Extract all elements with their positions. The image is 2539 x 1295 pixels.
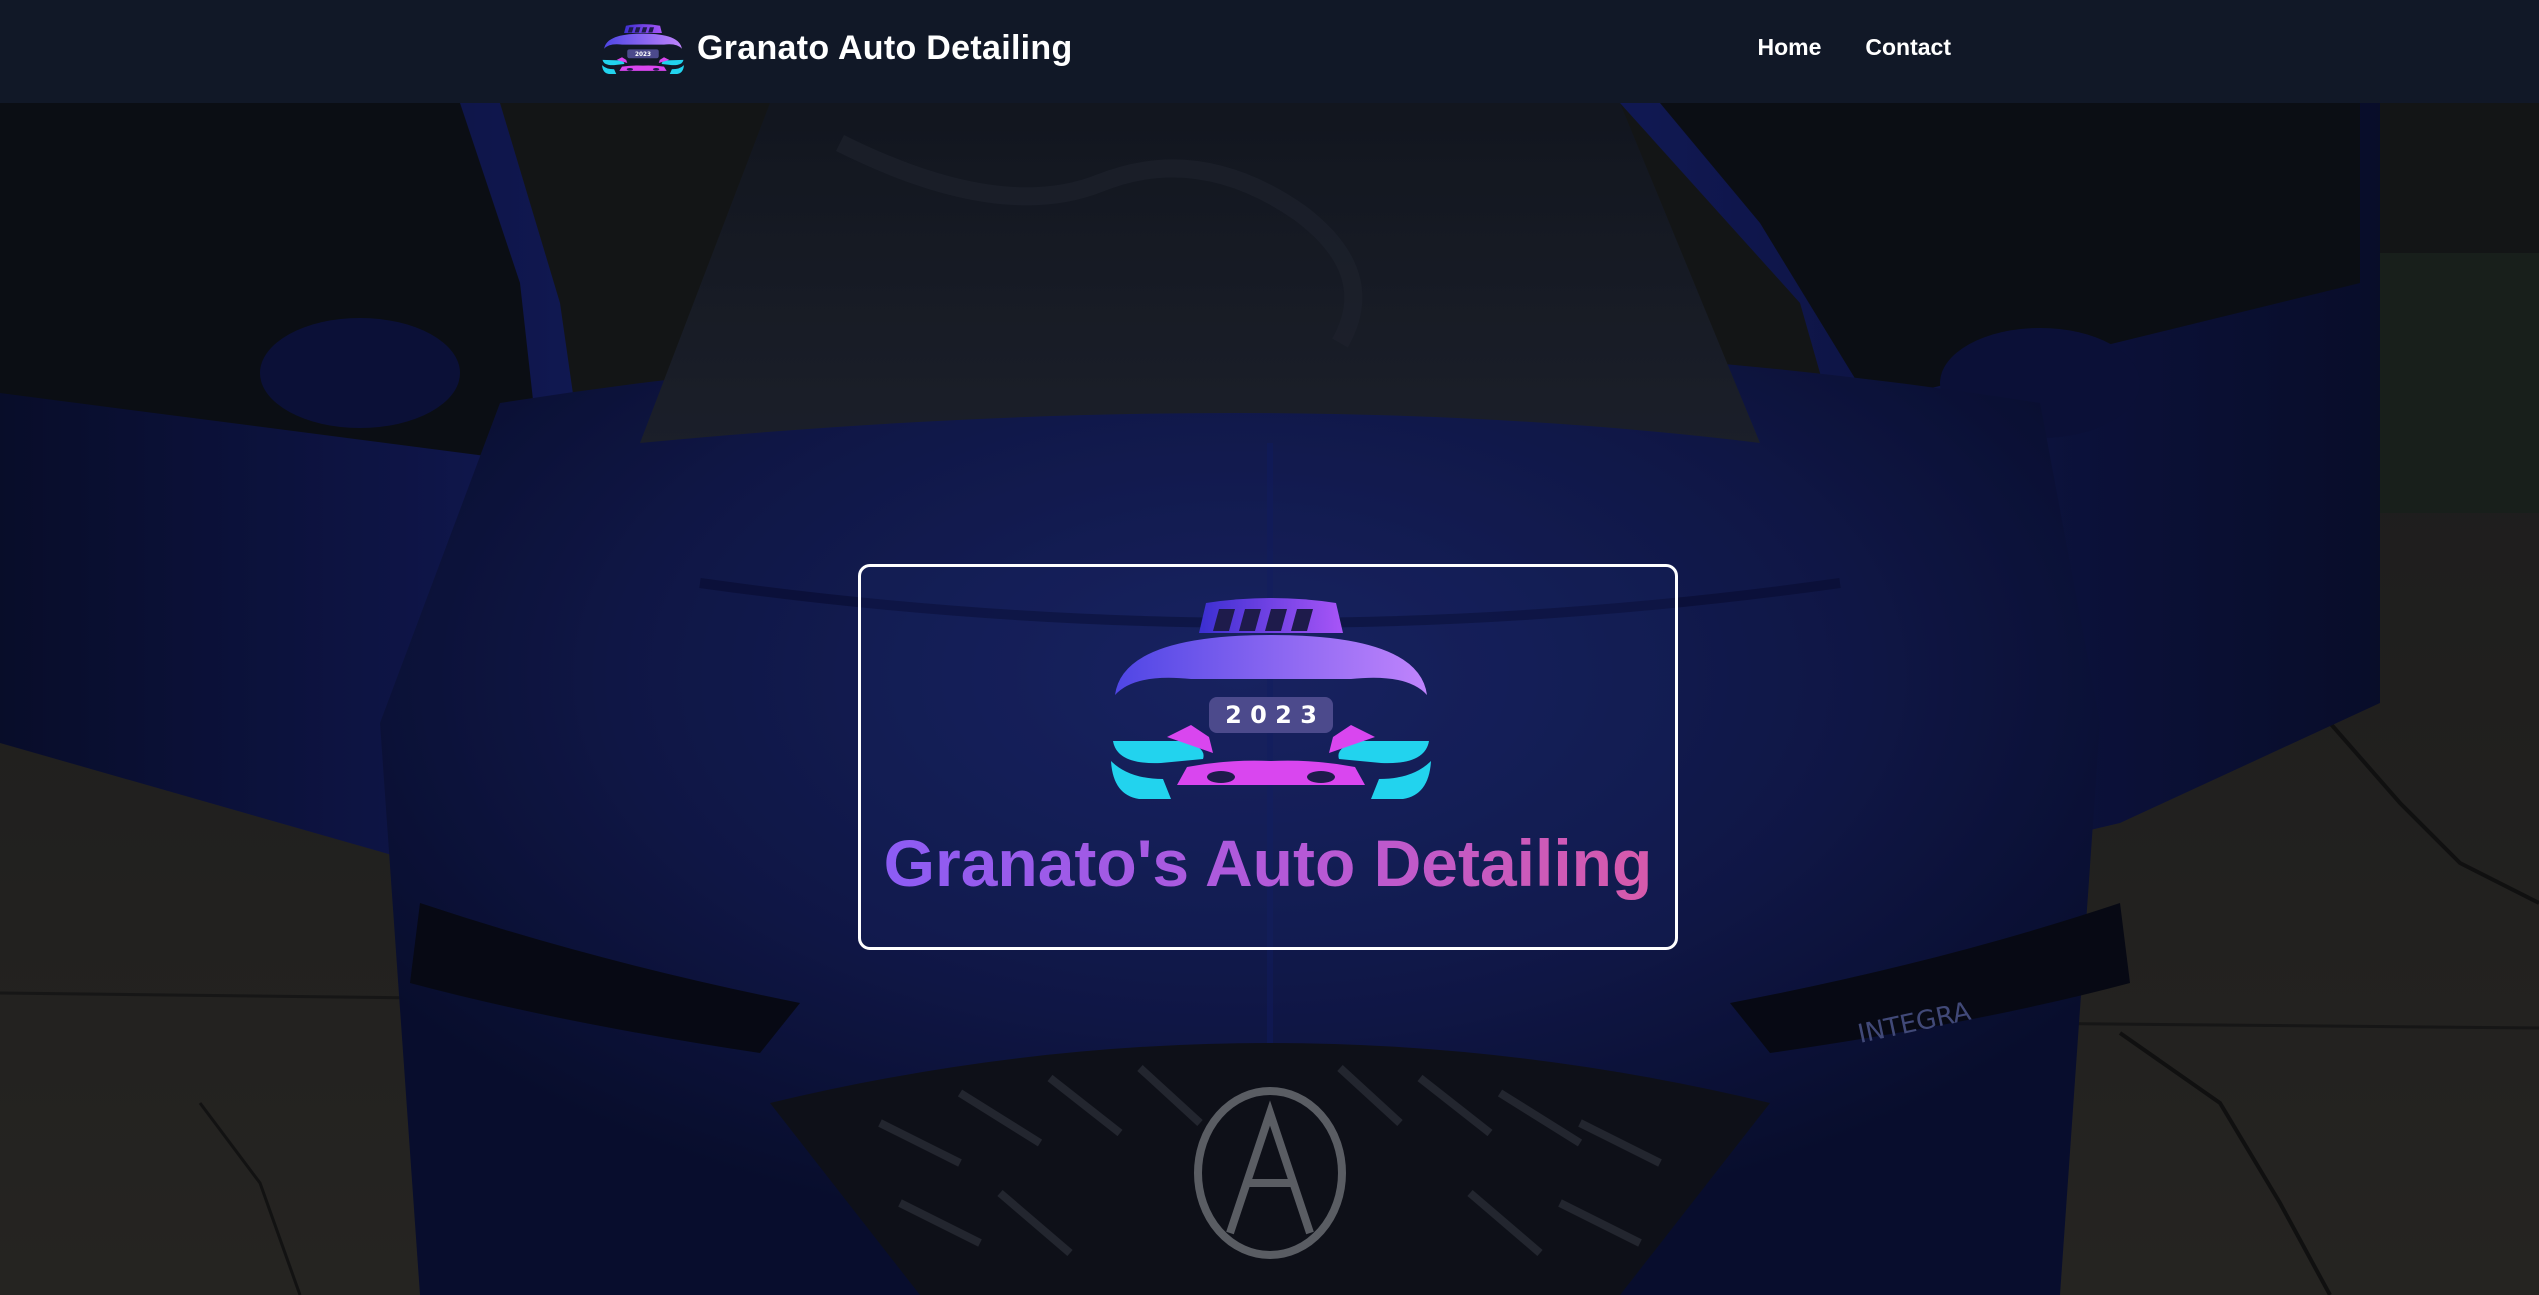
nav-link-home[interactable]: Home: [1757, 34, 1821, 61]
nav-link-contact[interactable]: Contact: [1865, 34, 1951, 61]
brand-link[interactable]: 2023 Granato Auto Detailing: [601, 18, 1073, 78]
brand-logo-icon: 2023: [602, 24, 684, 74]
navbar: 2023 Granato Auto Detailing Home Contact: [0, 0, 2539, 103]
hero-section: INTEGRA 2 0 2 3 Granato's Auto Detailing: [0, 103, 2539, 1295]
hero-card: 2 0 2 3 Granato's Auto Detailing: [858, 564, 1678, 950]
nav-links: Home Contact: [1757, 34, 1951, 61]
hero-logo-icon: 2 0 2 3: [1111, 598, 1431, 799]
brand-logo-year: 2023: [635, 52, 651, 58]
brand-name: Granato Auto Detailing: [697, 28, 1073, 67]
hero-title: Granato's Auto Detailing: [861, 827, 1675, 900]
hero-logo-year: 2 0 2 3: [1225, 701, 1317, 729]
